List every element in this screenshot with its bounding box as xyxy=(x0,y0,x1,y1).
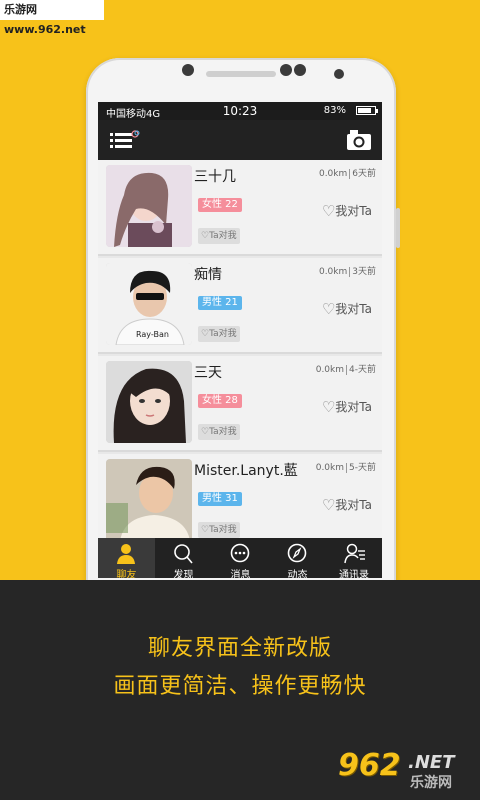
tab-contacts[interactable]: 通讯录 xyxy=(326,538,382,578)
phone-screen: 中国移动4G 10:23 83% 三十几 女性 22 ♡Ta对我 0.0km 6… xyxy=(98,102,382,578)
user-list-item[interactable]: Mister.Lanyt.藍 男性 31 ♡Ta对我 0.0km 5-天前 ♡我对… xyxy=(98,454,382,538)
gender-age-badge: 女性 22 xyxy=(198,198,242,212)
svg-text:Ray-Ban: Ray-Ban xyxy=(136,330,169,339)
ta-likes-me-label: Ta对我 xyxy=(209,231,237,241)
contacts-icon xyxy=(344,543,365,564)
tab-label: 消息 xyxy=(230,570,251,578)
ta-likes-me-badge: ♡Ta对我 xyxy=(198,326,240,342)
battery-percent: 83% xyxy=(323,105,346,116)
user-list-item[interactable]: 三十几 女性 22 ♡Ta对我 0.0km 6天前 ♡我对Ta xyxy=(98,160,382,256)
watermark-text: 乐游网 www.962.net xyxy=(0,0,104,36)
battery-icon xyxy=(356,106,378,115)
tab-label: 动态 xyxy=(287,570,308,578)
logo-net: .NET xyxy=(408,752,455,773)
like-label: 我对Ta xyxy=(335,400,372,414)
heart-icon: ♡ xyxy=(321,202,336,220)
ta-likes-me-label: Ta对我 xyxy=(209,525,237,535)
like-label: 我对Ta xyxy=(335,204,372,218)
tab-label: 通讯录 xyxy=(339,570,369,578)
tab-chat-friends[interactable]: 聊友 xyxy=(98,538,155,578)
sensor-icon xyxy=(280,64,292,76)
ta-likes-me-badge: ♡Ta对我 xyxy=(198,522,240,538)
distance-time: 0.0km 4-天前 xyxy=(316,362,376,375)
ta-likes-me-label: Ta对我 xyxy=(209,427,237,437)
promo-banner: 聊友界面全新改版 画面更简洁、操作更畅快 962 .NET 乐游网 xyxy=(0,580,480,800)
speaker-grille xyxy=(206,71,276,77)
site-logo: 962 .NET 乐游网 xyxy=(338,748,470,794)
distance-label: 0.0km xyxy=(315,463,345,473)
like-label: 我对Ta xyxy=(335,302,372,316)
camera-icon[interactable] xyxy=(346,128,372,152)
distance-label: 0.0km xyxy=(315,365,345,375)
like-button[interactable]: ♡我对Ta xyxy=(322,202,372,220)
promo-subheadline: 画面更简洁、操作更畅快 xyxy=(113,674,367,699)
ta-likes-me-label: Ta对我 xyxy=(209,329,237,339)
avatar[interactable] xyxy=(106,361,192,443)
gender-age-badge: 女性 28 xyxy=(198,394,242,408)
tab-label: 聊友 xyxy=(116,570,137,578)
user-list-item[interactable]: 三天 女性 28 ♡Ta对我 0.0km 4-天前 ♡我对Ta xyxy=(98,356,382,452)
distance-time: 0.0km 3天前 xyxy=(319,264,376,277)
last-active-label: 4-天前 xyxy=(349,365,376,375)
distance-time: 0.0km 6天前 xyxy=(319,166,376,179)
ta-likes-me-badge: ♡Ta对我 xyxy=(198,228,240,244)
gender-age-badge: 男性 31 xyxy=(198,492,242,506)
user-name: 三十几 xyxy=(194,169,236,185)
compass-icon xyxy=(287,543,307,563)
tab-messages[interactable]: 消息 xyxy=(212,538,269,578)
person-icon xyxy=(117,544,135,564)
user-name: 三天 xyxy=(194,365,222,381)
heart-icon: ♡ xyxy=(321,300,336,318)
sensor-icon-2 xyxy=(294,64,306,76)
app-header xyxy=(98,120,382,160)
status-bar: 中国移动4G 10:23 83% xyxy=(98,102,382,120)
distance-time: 0.0km 5-天前 xyxy=(316,460,376,473)
distance-label: 0.0km xyxy=(318,169,348,179)
bottom-tab-bar: 聊友 发现 消息 动态 通讯录 xyxy=(98,538,382,578)
heart-icon: ♡ xyxy=(321,496,336,514)
heart-icon: ♡ xyxy=(321,398,336,416)
user-list-item[interactable]: Ray-Ban 痴情 男性 21 ♡Ta对我 0.0km 3天前 ♡我对Ta xyxy=(98,258,382,354)
last-active-label: 3天前 xyxy=(352,267,376,277)
logo-cn: 乐游网 xyxy=(410,775,452,791)
search-icon xyxy=(174,544,193,564)
last-active-label: 6天前 xyxy=(352,169,376,179)
logo-number: 962 xyxy=(338,748,401,783)
battery-fill xyxy=(358,108,371,113)
last-active-label: 5-天前 xyxy=(349,463,376,473)
tab-label: 发现 xyxy=(173,570,194,578)
avatar[interactable] xyxy=(106,459,192,538)
proximity-sensor-icon xyxy=(334,69,344,79)
promo-headline: 聊友界面全新改版 xyxy=(147,636,332,661)
like-button[interactable]: ♡我对Ta xyxy=(322,398,372,416)
avatar[interactable]: Ray-Ban xyxy=(106,263,192,345)
phone-top-bezel xyxy=(86,58,396,102)
user-name: 痴情 xyxy=(194,267,222,283)
distance-label: 0.0km xyxy=(318,267,348,277)
menu-list-icon[interactable] xyxy=(110,130,140,150)
chat-bubble-icon xyxy=(230,543,250,563)
tab-moments[interactable]: 动态 xyxy=(269,538,326,578)
like-label: 我对Ta xyxy=(335,498,372,512)
front-camera-icon xyxy=(182,64,194,76)
user-list: 三十几 女性 22 ♡Ta对我 0.0km 6天前 ♡我对Ta Ray-Ban 痴… xyxy=(98,160,382,538)
gender-age-badge: 男性 21 xyxy=(198,296,242,310)
like-button[interactable]: ♡我对Ta xyxy=(322,496,372,514)
ta-likes-me-badge: ♡Ta对我 xyxy=(198,424,240,440)
avatar[interactable] xyxy=(106,165,192,247)
like-button[interactable]: ♡我对Ta xyxy=(322,300,372,318)
user-name: Mister.Lanyt.藍 xyxy=(194,463,298,479)
tab-discover[interactable]: 发现 xyxy=(155,538,212,578)
phone-side-button xyxy=(396,208,400,248)
